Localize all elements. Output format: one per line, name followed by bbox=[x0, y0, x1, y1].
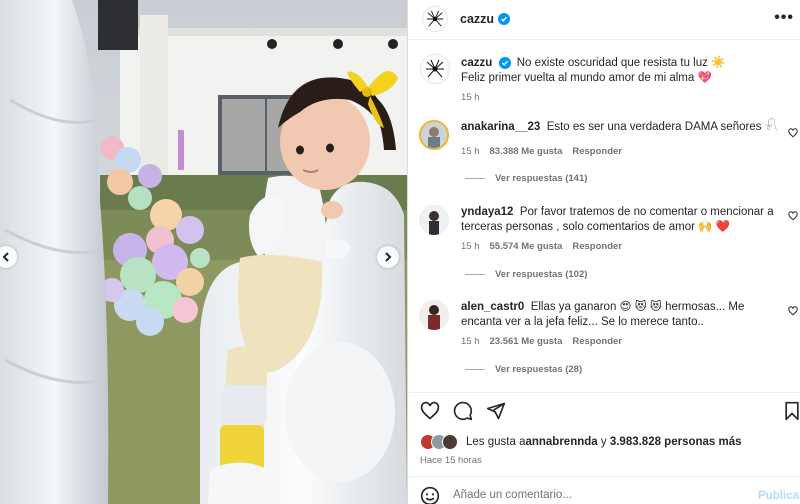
post-side-panel: cazzu ••• cazzu No existe oscuridad que … bbox=[408, 0, 800, 504]
comment-like-button[interactable] bbox=[788, 128, 798, 141]
post-actions bbox=[408, 399, 800, 425]
heart-icon bbox=[788, 306, 798, 316]
add-comment-input[interactable] bbox=[453, 489, 733, 501]
like-button[interactable] bbox=[418, 399, 442, 423]
comment-likes[interactable]: 83.388 Me gusta bbox=[490, 146, 563, 157]
comment-time: 15 h bbox=[461, 146, 480, 157]
likes-prefix: Les gusta a bbox=[466, 436, 526, 448]
view-replies-label[interactable]: Ver respuestas (141) bbox=[495, 173, 587, 184]
add-comment-row: Publicar bbox=[408, 480, 800, 504]
likes-first-user[interactable]: annabrennda bbox=[525, 436, 597, 448]
actions-divider bbox=[408, 392, 800, 393]
post-photo[interactable] bbox=[0, 0, 407, 504]
comment-message: Esto es ser una verdadera DAMA señores 𓍯 bbox=[546, 121, 778, 133]
spider-logo-icon bbox=[426, 10, 444, 27]
avatar-image bbox=[421, 122, 447, 148]
spider-logo-icon bbox=[426, 59, 444, 78]
comment-like-button[interactable] bbox=[788, 211, 798, 224]
comment-text: anakarina__23 Esto es ser una verdadera … bbox=[461, 120, 786, 135]
author-avatar[interactable] bbox=[422, 6, 448, 32]
next-photo-button[interactable] bbox=[377, 246, 399, 268]
photo-illustration bbox=[0, 0, 407, 504]
comment-button[interactable] bbox=[451, 399, 475, 423]
comment-likes[interactable]: 23.561 Me gusta bbox=[490, 336, 563, 347]
save-button[interactable] bbox=[780, 399, 800, 423]
view-replies-label[interactable]: Ver respuestas (28) bbox=[495, 364, 582, 375]
verified-badge-icon bbox=[498, 13, 511, 25]
heart-icon bbox=[420, 401, 440, 420]
comment-username[interactable]: alen_castr0 bbox=[461, 301, 524, 313]
chevron-left-icon bbox=[2, 252, 9, 262]
reply-button[interactable]: Responder bbox=[572, 146, 622, 157]
more-options-button[interactable]: ••• bbox=[774, 9, 794, 27]
chevron-right-icon bbox=[385, 252, 392, 262]
bookmark-icon bbox=[785, 401, 799, 421]
caption-text: cazzu No existe oscuridad que resista tu… bbox=[461, 56, 791, 86]
verified-badge-icon bbox=[498, 57, 511, 69]
likes-middle: y bbox=[597, 436, 610, 448]
emoji-icon bbox=[420, 486, 440, 504]
comment-meta: 15 h 55.574 Me gusta Responder bbox=[461, 241, 622, 252]
likes-summary: Les gusta a annabrennda y 3.983.828 pers… bbox=[420, 434, 742, 450]
avatar-image bbox=[419, 300, 449, 330]
post-header: cazzu ••• bbox=[408, 0, 800, 40]
comment-username[interactable]: anakarina__23 bbox=[461, 121, 540, 133]
comment-time: 15 h bbox=[461, 241, 480, 252]
caption-timestamp: 15 h bbox=[461, 92, 480, 103]
replies-line bbox=[465, 369, 485, 370]
heart-icon bbox=[788, 128, 798, 138]
liker-avatars[interactable] bbox=[420, 434, 462, 450]
comment-meta: 15 h 83.388 Me gusta Responder bbox=[461, 146, 622, 157]
comment-username[interactable]: yndaya12 bbox=[461, 206, 513, 218]
avatar-image bbox=[419, 205, 449, 235]
share-icon bbox=[486, 402, 506, 420]
author-username-text[interactable]: cazzu bbox=[460, 12, 494, 26]
emoji-button[interactable] bbox=[420, 486, 440, 504]
publish-button[interactable]: Publicar bbox=[758, 490, 800, 502]
post-timestamp: Hace 15 horas bbox=[420, 455, 482, 466]
comment-time: 15 h bbox=[461, 336, 480, 347]
reply-button[interactable]: Responder bbox=[572, 241, 622, 252]
caption-line-2: Feliz primer vuelta al mundo amor de mi … bbox=[461, 72, 712, 84]
comment-text: alen_castr0 Ellas ya ganaron 😍 😻 😻 hermo… bbox=[461, 300, 786, 330]
caption-line-1: No existe oscuridad que resista tu luz ☀… bbox=[516, 57, 726, 69]
comment-meta: 15 h 23.561 Me gusta Responder bbox=[461, 336, 622, 347]
author-username[interactable]: cazzu bbox=[460, 12, 511, 26]
share-button[interactable] bbox=[484, 399, 508, 423]
view-replies-button[interactable]: Ver respuestas (141) bbox=[465, 173, 587, 184]
replies-line bbox=[465, 274, 485, 275]
caption-author-avatar[interactable] bbox=[420, 54, 450, 84]
heart-icon bbox=[788, 211, 798, 221]
likes-others[interactable]: 3.983.828 personas más bbox=[610, 436, 742, 448]
reply-button[interactable]: Responder bbox=[572, 336, 622, 347]
view-replies-button[interactable]: Ver respuestas (102) bbox=[465, 269, 587, 280]
caption-username[interactable]: cazzu bbox=[461, 57, 492, 69]
view-replies-label[interactable]: Ver respuestas (102) bbox=[495, 269, 587, 280]
comment-icon bbox=[453, 401, 473, 421]
comment-likes[interactable]: 55.574 Me gusta bbox=[490, 241, 563, 252]
commenter-avatar[interactable] bbox=[419, 120, 449, 150]
comment-text: yndaya12 Por favor tratemos de no coment… bbox=[461, 205, 786, 235]
view-replies-button[interactable]: Ver respuestas (28) bbox=[465, 364, 582, 375]
commenter-avatar[interactable] bbox=[419, 300, 449, 330]
replies-line bbox=[465, 178, 485, 179]
commenter-avatar[interactable] bbox=[419, 205, 449, 235]
add-comment-divider bbox=[408, 476, 800, 477]
comment-like-button[interactable] bbox=[788, 306, 798, 319]
liker-avatar bbox=[442, 434, 458, 450]
